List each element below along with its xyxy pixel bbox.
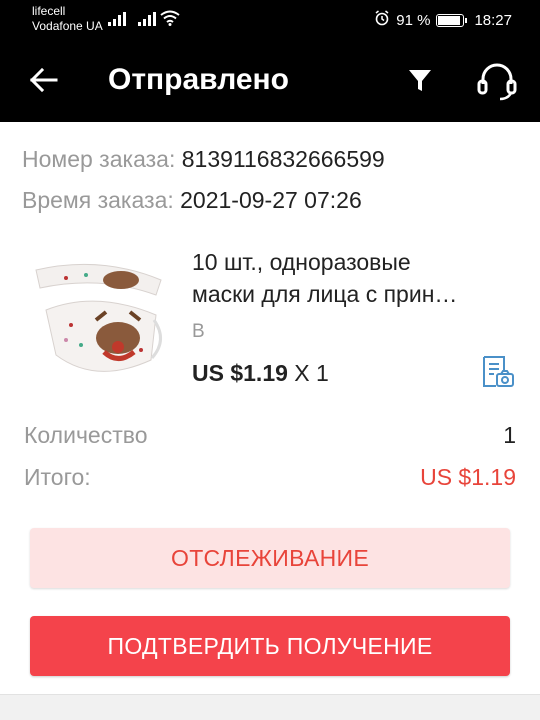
- order-time-label: Время заказа:: [22, 187, 174, 213]
- product-variant: B: [192, 321, 205, 342]
- signal-icon: [138, 12, 156, 26]
- battery-percent: 91 %: [396, 11, 431, 29]
- alarm-icon: [374, 10, 390, 30]
- product-price: US $1.19: [192, 360, 288, 386]
- carrier-1: lifecell: [32, 4, 66, 18]
- signal-icon: [108, 12, 126, 26]
- app-header: Отправлено: [0, 38, 540, 122]
- clock: 18:27: [474, 11, 512, 29]
- product-title[interactable]: 10 шт., одноразовые маски для лица с при…: [192, 246, 512, 310]
- battery-level: [438, 15, 461, 25]
- quantity-label: Количество: [24, 422, 148, 448]
- wifi-icon: [160, 10, 180, 26]
- carrier-info: lifecell Vodafone UA: [32, 4, 103, 34]
- product-image[interactable]: [26, 250, 176, 390]
- total-row: Итого: US $1.19: [24, 462, 516, 492]
- status-right: 91 % 18:27: [374, 10, 512, 30]
- order-number-label: Номер заказа:: [22, 146, 176, 172]
- order-number-value: 8139116832666599: [181, 146, 385, 172]
- battery-icon: [436, 13, 468, 27]
- product-title-line-2: маски для лица с прин…: [192, 281, 458, 307]
- confirm-receipt-button[interactable]: ПОДТВЕРДИТЬ ПОЛУЧЕНИЕ: [30, 616, 510, 676]
- arrow-left-icon[interactable]: [24, 60, 64, 100]
- track-button[interactable]: ОТСЛЕЖИВАНИЕ: [30, 528, 510, 588]
- quantity-value: 1: [503, 422, 516, 448]
- headset-icon[interactable]: [474, 62, 520, 102]
- order-time-row: Время заказа: 2021-09-27 07:26: [22, 185, 362, 215]
- page-title: Отправлено: [108, 63, 289, 96]
- product-title-line-1: 10 шт., одноразовые: [192, 249, 411, 275]
- status-bar: lifecell Vodafone UA 91 % 18:27: [0, 0, 540, 38]
- quantity-row: Количество 1: [24, 420, 516, 450]
- total-value: US $1.19: [420, 464, 516, 490]
- invoice-icon[interactable]: [479, 354, 515, 390]
- product-price-row: US $1.19 X 1: [192, 360, 329, 387]
- order-time-value: 2021-09-27 07:26: [180, 187, 362, 213]
- total-label: Итого:: [24, 464, 91, 490]
- product-quantity: X 1: [294, 360, 329, 386]
- filter-icon[interactable]: [405, 64, 435, 96]
- order-number-row: Номер заказа: 8139116832666599: [22, 144, 385, 174]
- bottom-divider: [0, 694, 540, 720]
- carrier-2: Vodafone UA: [32, 19, 103, 33]
